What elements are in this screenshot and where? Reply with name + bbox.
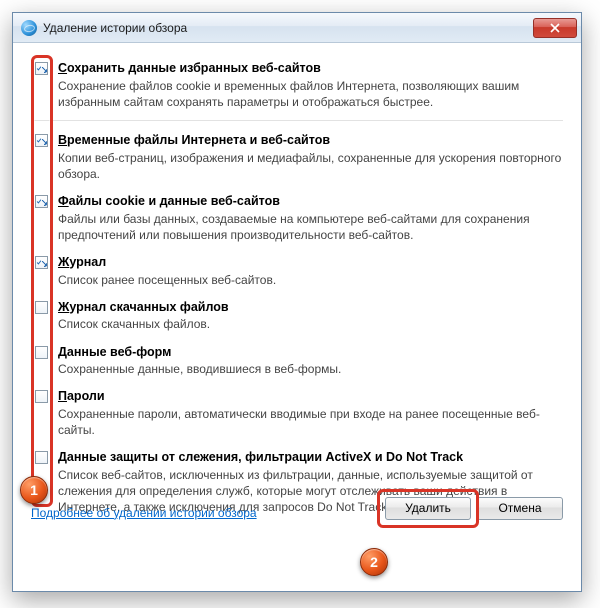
option-label[interactable]: Сохранить данные избранных веб-сайтов (58, 61, 563, 77)
window-title: Удаление истории обзора (43, 21, 187, 35)
option-text: Журнал скачанных файловСписок скачанных … (58, 300, 563, 333)
delete-history-dialog: Удаление истории обзора Сохранить данные… (12, 12, 582, 592)
dialog-footer: Подробнее об удалении истории обзора Уда… (31, 497, 563, 520)
annotation-marker-2: 2 (360, 548, 388, 576)
checkbox[interactable] (35, 256, 48, 269)
dialog-body: Сохранить данные избранных веб-сайтовСох… (13, 43, 581, 534)
option-text: Файлы cookie и данные веб-сайтовФайлы ил… (58, 194, 563, 243)
option-label[interactable]: Временные файлы Интернета и веб-сайтов (58, 133, 563, 149)
option-row: ПаролиСохраненные пароли, автоматически … (31, 385, 563, 444)
option-text: Данные веб-формСохраненные данные, вводи… (58, 345, 563, 378)
checkbox[interactable] (35, 301, 48, 314)
checkbox[interactable] (35, 62, 48, 75)
annotation-marker-1: 1 (20, 476, 48, 504)
option-description: Сохраненные пароли, автоматически вводим… (58, 406, 563, 438)
option-row: Сохранить данные избранных веб-сайтовСох… (31, 57, 563, 121)
checkbox[interactable] (35, 195, 48, 208)
option-label[interactable]: Данные веб-форм (58, 345, 563, 361)
option-label[interactable]: Пароли (58, 389, 563, 405)
option-label[interactable]: Данные защиты от слежения, фильтрации Ac… (58, 450, 563, 466)
option-row: Файлы cookie и данные веб-сайтовФайлы ил… (31, 190, 563, 249)
option-text: ЖурналСписок ранее посещенных веб-сайтов… (58, 255, 563, 288)
option-description: Копии веб-страниц, изображения и медиафа… (58, 150, 563, 182)
option-text: ПаролиСохраненные пароли, автоматически … (58, 389, 563, 438)
option-label[interactable]: Журнал (58, 255, 563, 271)
option-row: Журнал скачанных файловСписок скачанных … (31, 296, 563, 339)
option-description: Сохранение файлов cookie и временных фай… (58, 78, 563, 110)
cancel-button[interactable]: Отмена (477, 497, 563, 520)
close-button[interactable] (533, 18, 577, 38)
close-icon (550, 23, 560, 33)
checkbox[interactable] (35, 451, 48, 464)
option-row: Временные файлы Интернета и веб-сайтовКо… (31, 129, 563, 188)
titlebar[interactable]: Удаление истории обзора (13, 13, 581, 43)
option-description: Сохраненные данные, вводившиеся в веб-фо… (58, 361, 563, 377)
option-row: ЖурналСписок ранее посещенных веб-сайтов… (31, 251, 563, 294)
checkbox[interactable] (35, 134, 48, 147)
globe-icon (21, 20, 37, 36)
button-group: Удалить Отмена (385, 497, 563, 520)
option-label[interactable]: Файлы cookie и данные веб-сайтов (58, 194, 563, 210)
option-row: Данные веб-формСохраненные данные, вводи… (31, 341, 563, 384)
learn-more-link[interactable]: Подробнее об удалении истории обзора (31, 506, 257, 520)
option-label[interactable]: Журнал скачанных файлов (58, 300, 563, 316)
option-text: Временные файлы Интернета и веб-сайтовКо… (58, 133, 563, 182)
option-description: Список скачанных файлов. (58, 316, 563, 332)
option-text: Сохранить данные избранных веб-сайтовСох… (58, 61, 563, 110)
option-description: Список ранее посещенных веб-сайтов. (58, 272, 563, 288)
checkbox[interactable] (35, 390, 48, 403)
option-description: Файлы или базы данных, создаваемые на ко… (58, 211, 563, 243)
delete-button[interactable]: Удалить (385, 497, 471, 520)
checkbox[interactable] (35, 346, 48, 359)
